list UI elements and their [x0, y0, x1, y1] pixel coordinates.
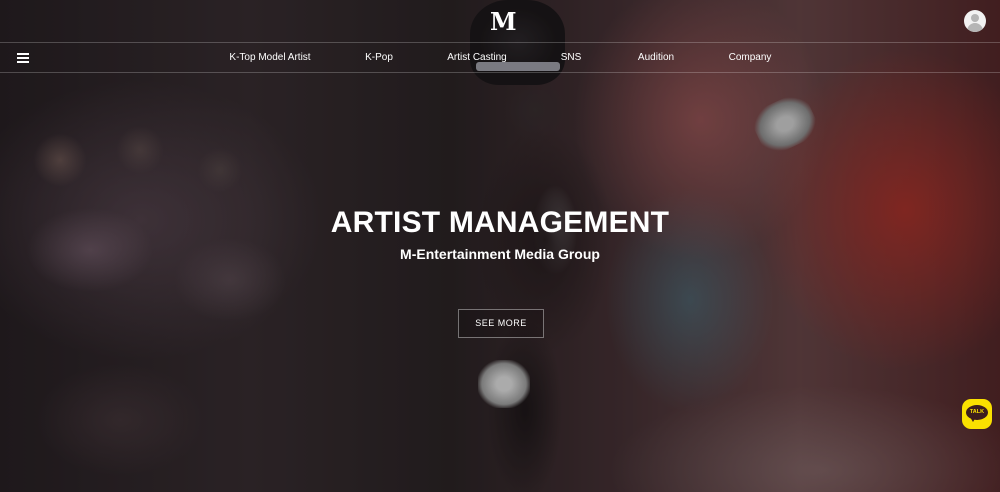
nav-item-artist-casting[interactable]: Artist Casting: [447, 43, 506, 72]
user-icon[interactable]: [964, 10, 986, 32]
nav-item-sns[interactable]: SNS: [561, 43, 582, 72]
site-header: M K-Top Model Artist K-Pop Artist Castin…: [0, 0, 1000, 73]
nav-item-k-pop[interactable]: K-Pop: [365, 43, 393, 72]
brand-logo[interactable]: M: [490, 8, 517, 36]
user-icon-head: [971, 14, 979, 22]
see-more-button[interactable]: SEE MORE: [458, 309, 544, 338]
hamburger-menu-icon[interactable]: [17, 52, 29, 63]
user-icon-body: [967, 23, 983, 32]
hero-title: ARTIST MANAGEMENT: [330, 206, 670, 239]
nav-item-audition[interactable]: Audition: [638, 43, 674, 72]
hero-subtitle: M-Entertainment Media Group: [400, 246, 600, 262]
nav-item-k-top-model-artist[interactable]: K-Top Model Artist: [229, 43, 310, 72]
nav-item-company[interactable]: Company: [729, 43, 772, 72]
main-nav: K-Top Model Artist K-Pop Artist Casting …: [0, 42, 1000, 73]
kakao-talk-icon[interactable]: TALK: [962, 399, 992, 429]
